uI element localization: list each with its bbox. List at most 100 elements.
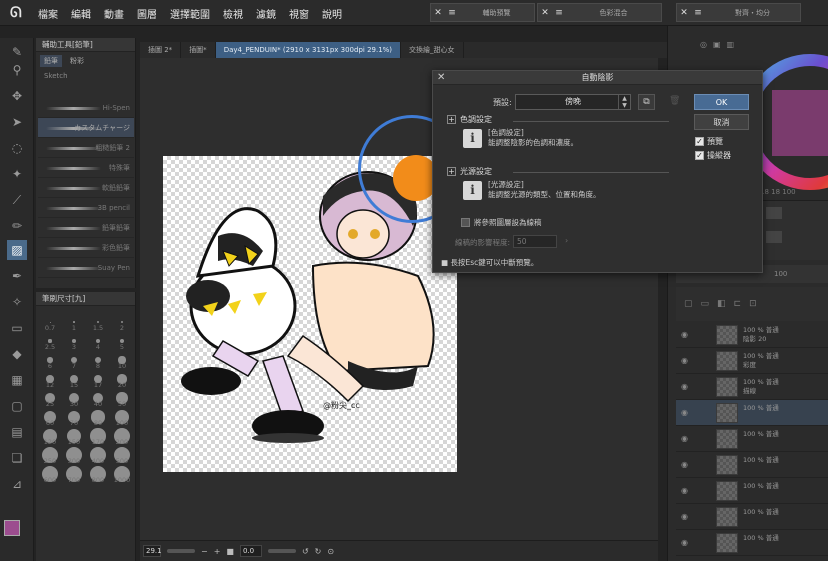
menu-animation[interactable]: 動畫 xyxy=(104,6,124,21)
layer-row[interactable]: ◉ 100 % 普通 xyxy=(676,478,828,504)
brush-item[interactable]: 粗糙鉛筆 2 xyxy=(38,138,134,158)
brush-item[interactable]: 彩色鉛筆 xyxy=(38,238,134,258)
brush-item[interactable]: Hi-Spen xyxy=(38,98,134,118)
preview-checkbox[interactable]: ✓ 預覽 xyxy=(695,136,723,147)
decoration-icon[interactable]: ✧ xyxy=(7,292,27,312)
eyedropper-icon[interactable]: ⟋ xyxy=(7,190,27,210)
folder-icon[interactable]: ▭ xyxy=(701,299,710,309)
menu-layer[interactable]: 圖層 xyxy=(137,6,157,21)
eye-icon[interactable]: ◉ xyxy=(681,434,691,443)
brush-size-dot[interactable] xyxy=(96,320,100,324)
close-icon[interactable]: ✕ xyxy=(431,8,445,18)
figure-icon[interactable]: ▢ xyxy=(7,396,27,416)
move-icon[interactable]: ✥ xyxy=(7,86,27,106)
brush-item[interactable]: 3B pencil xyxy=(38,198,134,218)
align-panel[interactable]: ✕ ≡ 對齊・均分 xyxy=(676,3,801,22)
eye-icon[interactable]: ◉ xyxy=(681,460,691,469)
opacity-value[interactable]: 100 xyxy=(774,270,787,278)
frame-icon[interactable]: ▤ xyxy=(7,422,27,442)
balloon-icon[interactable]: ❏ xyxy=(7,448,27,468)
cancel-button[interactable]: 取消 xyxy=(694,114,749,130)
eraser-icon[interactable]: ▭ xyxy=(7,318,27,338)
close-icon[interactable]: ✕ xyxy=(538,8,552,18)
airbrush-icon[interactable]: ✒ xyxy=(7,266,27,286)
color-set-tab-icon[interactable]: ▣ xyxy=(713,40,721,52)
reset-rotation-icon[interactable]: ⊙ xyxy=(327,547,334,556)
color-slider-tab-icon[interactable]: ▥ xyxy=(727,40,735,52)
zoom-out-icon[interactable]: + xyxy=(214,547,221,556)
tab-pencil[interactable]: 鉛筆 xyxy=(40,55,62,67)
color-wheel-tab-icon[interactable]: ◎ xyxy=(700,40,707,52)
brush-item[interactable]: カスタムチャージ xyxy=(38,118,134,138)
eye-icon[interactable]: ◉ xyxy=(681,330,691,339)
eye-icon[interactable]: ◉ xyxy=(681,486,691,495)
pen-tool-icon[interactable]: ✎ xyxy=(7,42,27,62)
trash-icon[interactable]: 🗑 xyxy=(669,96,680,106)
rotate-left-icon[interactable]: ↺ xyxy=(302,547,309,556)
menu-selection[interactable]: 選擇範圍 xyxy=(170,6,210,21)
ruler-icon[interactable]: ⊿ xyxy=(7,474,27,494)
layer-row-selected[interactable]: ◉ 100 % 普通 xyxy=(676,400,828,426)
menu-icon[interactable]: ≡ xyxy=(552,8,566,18)
color-section-header[interactable]: + 色調設定 xyxy=(447,114,492,125)
ok-button[interactable]: OK xyxy=(694,94,749,110)
sub-view-panel[interactable]: ✕ ≡ 輔助預覽 xyxy=(430,3,535,22)
eye-icon[interactable]: ◉ xyxy=(681,382,691,391)
expand-icon[interactable]: + xyxy=(447,115,456,124)
eye-icon[interactable]: ◉ xyxy=(681,512,691,521)
menu-edit[interactable]: 編輯 xyxy=(71,6,91,21)
clip-icon[interactable]: ⊏ xyxy=(734,299,742,309)
menu-icon[interactable]: ≡ xyxy=(445,8,459,18)
eye-icon[interactable]: ◉ xyxy=(681,356,691,365)
lasso-icon[interactable]: ◌ xyxy=(7,138,27,158)
doc-tab-active[interactable]: Day4_PENDUIN* (2910 x 3131px 300dpi 29.1… xyxy=(215,42,402,58)
brush-item[interactable]: 特殊筆 xyxy=(38,158,134,178)
brush-size-dot[interactable] xyxy=(120,320,124,324)
zoom-field[interactable]: 29.1 xyxy=(143,545,162,557)
menu-icon[interactable]: ≡ xyxy=(691,8,705,18)
brush-size-dot[interactable] xyxy=(49,321,51,323)
layer-row[interactable]: ◉ 100 % 普通 陰影 20 xyxy=(676,322,828,348)
main-color-swatch[interactable] xyxy=(4,520,20,536)
chevron-right-icon[interactable]: › xyxy=(565,236,568,245)
close-icon[interactable]: ✕ xyxy=(437,71,445,85)
pencil-tool-icon[interactable]: ✏ xyxy=(7,216,27,236)
preset-select[interactable]: 傍晚 ▲ ▼ xyxy=(515,94,631,110)
doc-tab[interactable]: 交換繪_甜心女 xyxy=(401,42,464,58)
menu-view[interactable]: 檢視 xyxy=(223,6,243,21)
zoom-slider[interactable] xyxy=(167,549,195,553)
gradient-icon[interactable]: ▦ xyxy=(7,370,27,390)
close-icon[interactable]: ✕ xyxy=(677,8,691,18)
line-influence-field[interactable]: 50 xyxy=(513,235,557,248)
brush-size-dot[interactable] xyxy=(73,321,75,323)
expand-icon[interactable]: + xyxy=(447,167,456,176)
eye-icon[interactable]: ◉ xyxy=(681,538,691,547)
layer-row[interactable]: ◉ 100 % 普通 xyxy=(676,530,828,556)
menu-window[interactable]: 視窗 xyxy=(289,6,309,21)
zoom-in-icon[interactable]: − xyxy=(201,547,208,556)
layer-row[interactable]: ◉ 100 % 普通 xyxy=(676,426,828,452)
light-section-header[interactable]: + 光源設定 xyxy=(447,166,492,177)
fill-icon[interactable]: ◆ xyxy=(7,344,27,364)
doc-tab[interactable]: 插圖* xyxy=(181,42,216,58)
magic-wand-icon[interactable]: ✦ xyxy=(7,164,27,184)
brush-tool-icon[interactable]: ▨ xyxy=(7,240,27,260)
menu-filter[interactable]: 濾鏡 xyxy=(256,6,276,21)
eye-icon[interactable]: ◉ xyxy=(681,408,691,417)
color-mixing-panel[interactable]: ✕ ≡ 色彩混合 xyxy=(537,3,662,22)
brush-item[interactable]: Suay Pen xyxy=(38,258,134,278)
brush-item[interactable]: 鉛筆鉛筆 xyxy=(38,218,134,238)
menu-file[interactable]: 檔案 xyxy=(38,6,58,21)
layer-row[interactable]: ◉ 100 % 普通 描線 xyxy=(676,374,828,400)
preset-save-icon[interactable]: ⧉ xyxy=(638,94,655,110)
new-layer-icon[interactable]: ▢ xyxy=(684,299,693,309)
fit-icon[interactable]: ■ xyxy=(226,547,234,556)
menu-help[interactable]: 說明 xyxy=(322,6,342,21)
tab-pastel[interactable]: 粉彩 xyxy=(66,55,88,67)
operation-icon[interactable]: ➤ xyxy=(7,112,27,132)
mask-icon[interactable]: ◧ xyxy=(717,299,726,309)
zoom-icon[interactable]: ⚲ xyxy=(7,60,27,80)
rotate-right-icon[interactable]: ↻ xyxy=(315,547,322,556)
doc-tab[interactable]: 插圖 2* xyxy=(140,42,182,58)
angle-field[interactable]: 0.0 xyxy=(239,545,262,557)
